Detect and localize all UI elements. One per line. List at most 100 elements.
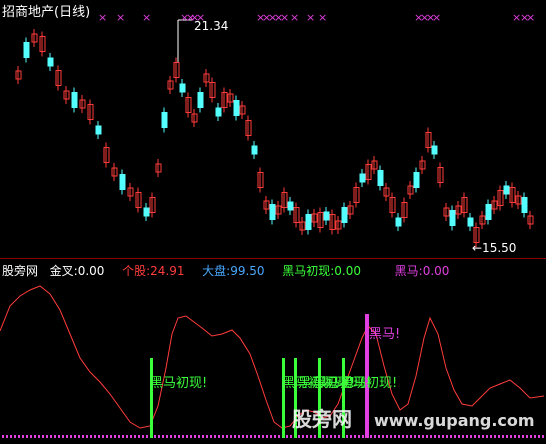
candle-body [413,172,420,188]
candle-body [143,207,150,217]
baseline-dot [526,435,528,438]
baseline-dot [398,435,400,438]
baseline-dot [182,435,184,438]
baseline-dot [242,435,244,438]
baseline-dot [246,435,248,438]
baseline-dot [58,435,60,438]
baseline-dot [166,435,168,438]
baseline-dot [306,435,308,438]
candle-body [269,204,276,220]
baseline-dot [454,435,456,438]
candle-body [395,217,402,227]
baseline-dot [2,435,4,438]
candle-body [503,185,510,195]
baseline-dot [498,435,500,438]
baseline-dot [310,435,312,438]
baseline-dot [386,435,388,438]
baseline-dot [438,435,440,438]
candle-body [377,170,384,186]
baseline-dot [482,435,484,438]
watermark-url: www.gupang.com [374,411,535,430]
baseline-dot [434,435,436,438]
signal-cross-mark: × [142,11,151,24]
indicator-line [0,285,545,429]
baseline-dot [378,435,380,438]
baseline-dot [374,435,376,438]
baseline-dot [346,435,348,438]
candle-body [71,92,78,108]
baseline-dot [186,435,188,438]
baseline-dot [14,435,16,438]
candle-body [119,174,126,190]
baseline-dot [134,435,136,438]
signal-cross-mark: × [196,11,205,24]
candle-body [251,145,258,155]
candle-body [323,211,330,221]
baseline-dot [314,435,316,438]
baseline-dot [222,435,224,438]
low-price-label: ←15.50 [472,241,516,255]
candle-body [359,173,366,183]
baseline-dot [146,435,148,438]
baseline-dot [510,435,512,438]
baseline-dot [274,435,276,438]
candle-body [197,92,204,108]
candle-body [179,83,186,93]
signal-cross-mark: × [116,11,125,24]
baseline-dot [286,435,288,438]
candle-body [233,100,240,116]
baseline-dot [90,435,92,438]
baseline-dot [474,435,476,438]
baseline-dot [94,435,96,438]
baseline-dot [178,435,180,438]
baseline-dot [430,435,432,438]
baseline-dot [190,435,192,438]
candle-body [287,201,294,211]
baseline-dot [22,435,24,438]
baseline-dot [6,435,8,438]
baseline-dot [426,435,428,438]
baseline-dot [326,435,328,438]
candle-body [341,207,348,223]
candle-body [485,204,492,220]
candle-body [95,125,102,135]
darkhorse-early-bar [282,358,285,438]
baseline-dot [118,435,120,438]
baseline-dot [78,435,80,438]
baseline-dot [254,435,256,438]
baseline-dot [538,435,540,438]
baseline-dot [62,435,64,438]
baseline-dot [202,435,204,438]
baseline-dot [110,435,112,438]
signal-cross-mark: × [280,11,289,24]
baseline-dot [490,435,492,438]
baseline-dot [74,435,76,438]
baseline-dot [238,435,240,438]
candle-body [161,112,168,128]
panel-divider [0,258,546,259]
baseline-dot [522,435,524,438]
baseline-dot [302,435,304,438]
baseline-dot [194,435,196,438]
baseline-dot [502,435,504,438]
baseline-dot [406,435,408,438]
baseline-dot [334,435,336,438]
baseline-dot [98,435,100,438]
candle-body [47,57,54,67]
baseline-dot [210,435,212,438]
baseline-dot [478,435,480,438]
baseline-dot [278,435,280,438]
indicator-chart[interactable]: 黑马初现! 黑马初现!黑马初现!黑马初现!黑马初现!黑马!股旁网 www.gupan… [0,276,546,444]
baseline-dot [18,435,20,438]
baseline-dot [154,435,156,438]
baseline-dot [230,435,232,438]
baseline-dot [106,435,108,438]
baseline-dot [290,435,292,438]
baseline-dot [266,435,268,438]
candlestick-chart[interactable]: 21.34←15.50× × × ×××× ××××× × × × ×××× ××× [0,0,546,258]
baseline-dot [486,435,488,438]
candle-body [305,214,312,230]
baseline-dot [358,435,360,438]
signal-cross-mark: × [318,11,327,24]
baseline-dot [322,435,324,438]
